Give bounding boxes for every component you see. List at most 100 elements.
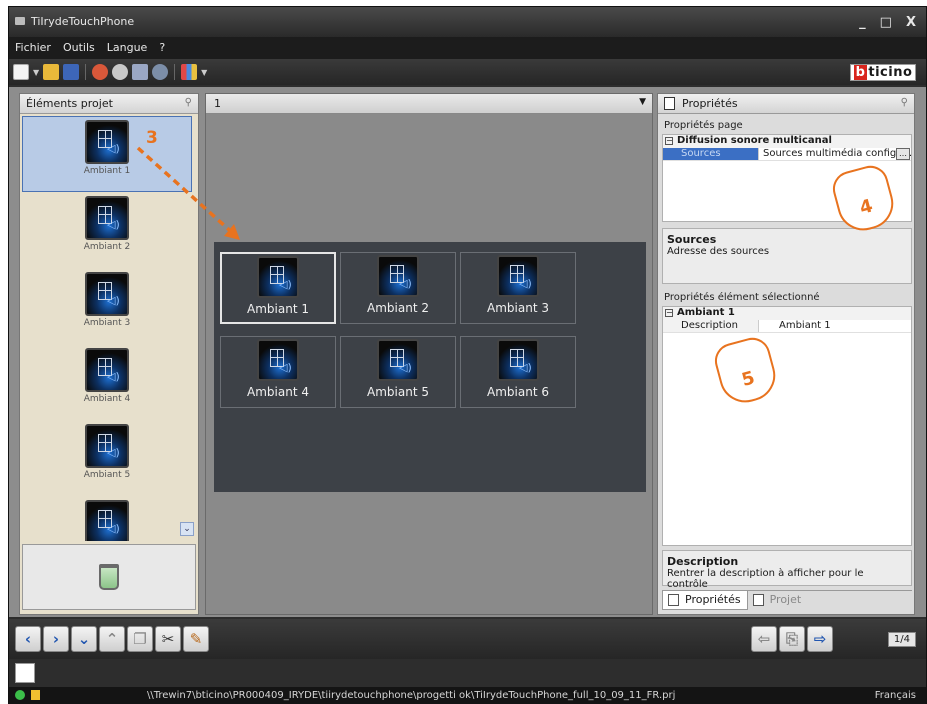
save-icon[interactable]	[63, 64, 80, 80]
project-path: \\Trewin7\bticino\PR000409_IRYDE\tiiryde…	[147, 690, 676, 701]
element-label: Ambiant 1	[83, 166, 131, 176]
help-text: Adresse des sources	[667, 246, 770, 257]
property-name: Description	[663, 320, 759, 332]
forward-arrow-icon[interactable]: ⇨	[807, 626, 833, 652]
step-number-4: 4	[857, 195, 875, 219]
scene-tile[interactable]: ◁) Ambiant 2	[340, 252, 456, 324]
close-button[interactable]: X	[906, 15, 916, 30]
step-number-5: 5	[739, 367, 757, 391]
pin-icon[interactable]: ⚲	[185, 97, 192, 108]
audio-zone-icon: ◁)	[85, 348, 129, 392]
property-category: − Ambiant 1	[663, 307, 911, 320]
bticino-logo: b ticino	[850, 64, 916, 81]
trash-icon[interactable]	[99, 564, 119, 590]
menu-outils[interactable]: Outils	[63, 41, 95, 55]
move-down-icon[interactable]: ⌄	[71, 626, 97, 652]
property-row-sources[interactable]: Sources Sources multimédia configur... …	[663, 148, 911, 161]
page-properties-label: Propriétés page	[664, 120, 743, 131]
element-item[interactable]: ◁) Ambiant 2	[22, 192, 192, 268]
window-title: TiIrydeTouchPhone	[31, 15, 135, 28]
collapse-icon[interactable]: −	[665, 137, 673, 145]
lock-icon	[31, 690, 40, 700]
maximize-button[interactable]: □	[880, 15, 892, 30]
menu-bar: Fichier Outils Langue ?	[9, 37, 926, 59]
element-label: Ambiant 5	[83, 470, 131, 480]
scene-tile[interactable]: ◁) Ambiant 4	[220, 336, 336, 408]
minimize-button[interactable]: _	[859, 15, 866, 30]
app-window: TiIrydeTouchPhone _ □ X Fichier Outils L…	[8, 6, 927, 704]
chevron-down-icon[interactable]: ▼	[639, 97, 646, 107]
status-bar: \\Trewin7\bticino\PR000409_IRYDE\tiiryde…	[9, 687, 926, 704]
collapse-icon[interactable]: −	[665, 309, 673, 317]
help-title: Description	[667, 555, 739, 568]
settings-icon[interactable]	[152, 64, 169, 80]
panel-tabs: Propriétés Projet	[662, 590, 912, 610]
description-help-box: Description Rentrer la description à aff…	[662, 550, 912, 590]
download-icon[interactable]	[112, 64, 129, 80]
properties-icon	[664, 97, 675, 110]
upload-icon[interactable]	[92, 64, 109, 80]
page-selector[interactable]: 1 ▼	[206, 94, 652, 114]
paint-icon[interactable]: ✎	[183, 626, 209, 652]
check-icon	[15, 690, 25, 700]
browse-button[interactable]: …	[896, 148, 910, 160]
element-label: Ambiant 3	[83, 318, 131, 328]
audio-zone-icon: ◁)	[85, 424, 129, 468]
page-icon[interactable]: ⎘	[779, 626, 805, 652]
tools-icon[interactable]	[132, 64, 149, 80]
audio-zone-icon: ◁)	[497, 339, 539, 381]
property-value[interactable]: Sources multimédia configur... …	[759, 148, 911, 160]
element-item[interactable]: ◁) Ambiant 5	[22, 420, 192, 496]
scene-tile[interactable]: ◁) Ambiant 1	[220, 252, 336, 324]
element-item[interactable]: ◁) Ambiant 1	[22, 116, 192, 192]
step-number-3: 3	[146, 128, 158, 148]
move-up-icon[interactable]: ⌃	[99, 626, 125, 652]
trash-drop-zone[interactable]	[22, 544, 196, 610]
open-folder-icon[interactable]	[43, 64, 60, 80]
chart-dropdown-icon[interactable]: ▼	[201, 68, 207, 77]
scene-tile[interactable]: ◁) Ambiant 5	[340, 336, 456, 408]
page-canvas[interactable]: ◁) Ambiant 1 ◁) Ambiant 2 ◁) Ambiant 3 ◁…	[214, 242, 646, 492]
property-row-description[interactable]: Description Ambiant 1	[663, 320, 911, 333]
panel-header: Éléments projet ⚲	[20, 94, 198, 114]
element-item[interactable]: ◁)	[22, 496, 192, 541]
menu-help[interactable]: ?	[159, 41, 165, 55]
toolbar: ▼ ▼ b ticino	[9, 59, 926, 85]
chart-icon[interactable]	[181, 64, 198, 80]
element-property-grid: − Ambiant 1 Description Ambiant 1	[662, 306, 912, 546]
language-indicator[interactable]: Français	[875, 690, 916, 701]
scroll-down-icon[interactable]: ⌄	[180, 522, 194, 536]
menu-fichier[interactable]: Fichier	[15, 41, 51, 55]
property-name: Sources	[663, 148, 759, 160]
back-arrow-icon[interactable]: ⇦	[751, 626, 777, 652]
element-label: Ambiant 4	[83, 394, 131, 404]
color-swatch[interactable]	[15, 663, 35, 683]
scene-tile[interactable]: ◁) Ambiant 6	[460, 336, 576, 408]
audio-zone-icon: ◁)	[377, 339, 419, 381]
new-file-icon[interactable]	[13, 64, 29, 80]
new-file-dropdown-icon[interactable]: ▼	[33, 68, 39, 77]
page-counter: 1/4	[887, 632, 916, 647]
previous-icon[interactable]: ‹	[15, 626, 41, 652]
scene-label: Ambiant 2	[367, 301, 429, 315]
element-item[interactable]: ◁) Ambiant 3	[22, 268, 192, 344]
scene-tile[interactable]: ◁) Ambiant 3	[460, 252, 576, 324]
property-value[interactable]: Ambiant 1	[759, 320, 911, 332]
property-category: − Diffusion sonore multicanal	[663, 135, 911, 148]
audio-zone-icon: ◁)	[85, 196, 129, 240]
tab-project[interactable]: Projet	[748, 591, 808, 610]
menu-langue[interactable]: Langue	[107, 41, 148, 55]
tab-properties[interactable]: Propriétés	[662, 591, 748, 610]
project-elements-panel: Éléments projet ⚲ ◁) Ambiant 1 ◁) Ambian…	[19, 93, 199, 615]
pin-icon[interactable]: ⚲	[901, 97, 908, 108]
copy-icon[interactable]: ❐	[127, 626, 153, 652]
audio-zone-icon: ◁)	[497, 255, 539, 297]
properties-icon	[668, 594, 679, 606]
element-item[interactable]: ◁) Ambiant 4	[22, 344, 192, 420]
next-icon[interactable]: ›	[43, 626, 69, 652]
panel-title: Propriétés	[682, 97, 738, 110]
audio-zone-icon: ◁)	[377, 255, 419, 297]
scene-label: Ambiant 1	[247, 302, 309, 316]
cut-icon[interactable]: ✂	[155, 626, 181, 652]
workspace: Éléments projet ⚲ ◁) Ambiant 1 ◁) Ambian…	[9, 87, 926, 617]
